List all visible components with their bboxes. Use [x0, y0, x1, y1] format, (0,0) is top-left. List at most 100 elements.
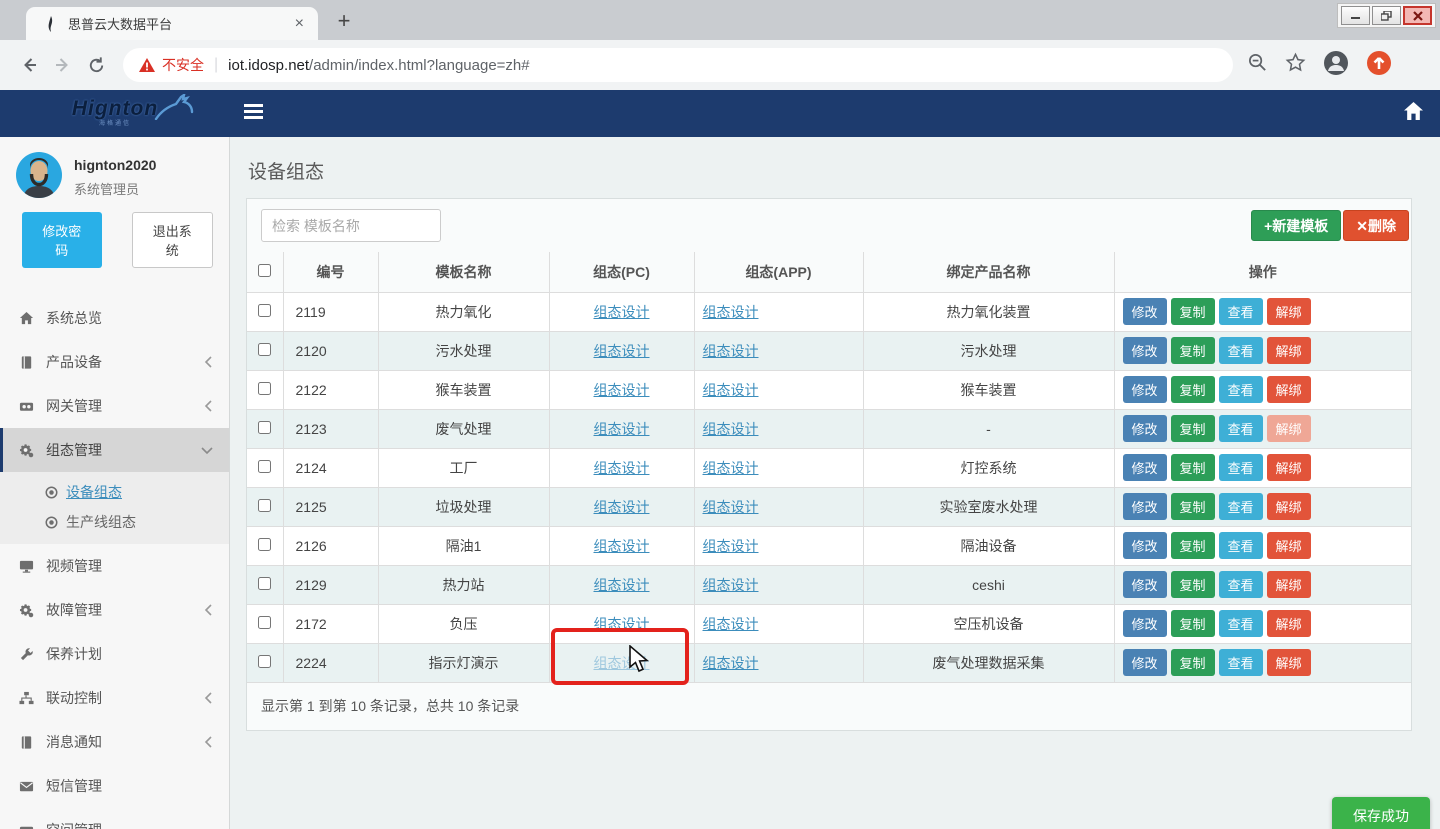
edit-button[interactable]: 修改: [1123, 298, 1167, 325]
app-config-link[interactable]: 组态设计: [703, 382, 759, 398]
sidebar-item[interactable]: 短信管理: [0, 764, 229, 808]
minimize-button[interactable]: [1341, 6, 1370, 25]
view-button[interactable]: 查看: [1219, 337, 1263, 364]
logout-button[interactable]: 退出系统: [132, 212, 214, 268]
unbind-button[interactable]: 解绑: [1267, 649, 1311, 676]
view-button[interactable]: 查看: [1219, 571, 1263, 598]
unbind-button[interactable]: 解绑: [1267, 571, 1311, 598]
change-password-button[interactable]: 修改密码: [22, 212, 102, 268]
sidebar-item[interactable]: 视频管理: [0, 544, 229, 588]
tab-close-icon[interactable]: ×: [291, 15, 308, 33]
copy-button[interactable]: 复制: [1171, 532, 1215, 559]
edit-button[interactable]: 修改: [1123, 337, 1167, 364]
unbind-button[interactable]: 解绑: [1267, 337, 1311, 364]
edit-button[interactable]: 修改: [1123, 571, 1167, 598]
view-button[interactable]: 查看: [1219, 493, 1263, 520]
address-bar[interactable]: 不安全 | iot.idosp.net /admin/index.html?la…: [123, 48, 1233, 82]
unbind-button[interactable]: 解绑: [1267, 532, 1311, 559]
edit-button[interactable]: 修改: [1123, 649, 1167, 676]
edit-button[interactable]: 修改: [1123, 532, 1167, 559]
pc-config-link[interactable]: 组态设计: [594, 460, 650, 476]
app-config-link[interactable]: 组态设计: [703, 577, 759, 593]
edit-button[interactable]: 修改: [1123, 415, 1167, 442]
hamburger-menu-icon[interactable]: [244, 104, 263, 124]
view-button[interactable]: 查看: [1219, 649, 1263, 676]
reload-button[interactable]: [87, 56, 106, 75]
update-browser-icon[interactable]: [1366, 50, 1392, 81]
pc-config-link[interactable]: 组态设计: [594, 421, 650, 437]
copy-button[interactable]: 复制: [1171, 298, 1215, 325]
bookmark-star-icon[interactable]: [1285, 52, 1306, 78]
view-button[interactable]: 查看: [1219, 376, 1263, 403]
unbind-button[interactable]: 解绑: [1267, 610, 1311, 637]
copy-button[interactable]: 复制: [1171, 649, 1215, 676]
restore-button[interactable]: [1372, 6, 1401, 25]
sidebar-item[interactable]: 消息通知: [0, 720, 229, 764]
row-checkbox[interactable]: [258, 382, 271, 395]
sidebar-item[interactable]: 产品设备: [0, 340, 229, 384]
app-config-link[interactable]: 组态设计: [703, 499, 759, 515]
unbind-button[interactable]: 解绑: [1267, 454, 1311, 481]
delete-button[interactable]: ✕删除: [1343, 210, 1409, 241]
view-button[interactable]: 查看: [1219, 610, 1263, 637]
pc-config-link[interactable]: 组态设计: [594, 616, 650, 632]
sidebar-item[interactable]: 系统总览: [0, 296, 229, 340]
row-checkbox[interactable]: [258, 538, 271, 551]
row-checkbox[interactable]: [258, 616, 271, 629]
pc-config-link[interactable]: 组态设计: [594, 577, 650, 593]
app-config-link[interactable]: 组态设计: [703, 655, 759, 671]
pc-config-link[interactable]: 组态设计: [594, 538, 650, 554]
view-button[interactable]: 查看: [1219, 298, 1263, 325]
profile-avatar-icon[interactable]: [1323, 50, 1349, 81]
unbind-button[interactable]: 解绑: [1267, 298, 1311, 325]
row-checkbox[interactable]: [258, 577, 271, 590]
copy-button[interactable]: 复制: [1171, 571, 1215, 598]
view-button[interactable]: 查看: [1219, 415, 1263, 442]
unbind-button[interactable]: 解绑: [1267, 415, 1311, 442]
copy-button[interactable]: 复制: [1171, 493, 1215, 520]
sidebar-item[interactable]: 联动控制: [0, 676, 229, 720]
sidebar-item[interactable]: 网关管理: [0, 384, 229, 428]
new-tab-button[interactable]: +: [330, 8, 358, 36]
unbind-button[interactable]: 解绑: [1267, 493, 1311, 520]
insecure-label[interactable]: 不安全: [162, 55, 204, 75]
sidebar-item[interactable]: 组态管理: [0, 428, 229, 472]
row-checkbox[interactable]: [258, 460, 271, 473]
copy-button[interactable]: 复制: [1171, 337, 1215, 364]
app-config-link[interactable]: 组态设计: [703, 460, 759, 476]
unbind-button[interactable]: 解绑: [1267, 376, 1311, 403]
app-config-link[interactable]: 组态设计: [703, 538, 759, 554]
sidebar-subitem[interactable]: 生产线组态: [0, 507, 229, 537]
sidebar-subitem[interactable]: 设备组态: [0, 477, 229, 507]
pc-config-link[interactable]: 组态设计: [594, 499, 650, 515]
home-icon[interactable]: [1404, 102, 1423, 125]
sidebar-item[interactable]: 空间管理: [0, 808, 229, 829]
browser-tab[interactable]: 思普云大数据平台 ×: [26, 7, 318, 40]
app-config-link[interactable]: 组态设计: [703, 421, 759, 437]
copy-button[interactable]: 复制: [1171, 376, 1215, 403]
edit-button[interactable]: 修改: [1123, 454, 1167, 481]
app-config-link[interactable]: 组态设计: [703, 304, 759, 320]
pc-config-link[interactable]: 组态设计: [594, 343, 650, 359]
copy-button[interactable]: 复制: [1171, 415, 1215, 442]
app-config-link[interactable]: 组态设计: [703, 343, 759, 359]
edit-button[interactable]: 修改: [1123, 493, 1167, 520]
app-config-link[interactable]: 组态设计: [703, 616, 759, 632]
row-checkbox[interactable]: [258, 499, 271, 512]
view-button[interactable]: 查看: [1219, 532, 1263, 559]
new-template-button[interactable]: +新建模板: [1251, 210, 1341, 241]
edit-button[interactable]: 修改: [1123, 376, 1167, 403]
search-input[interactable]: [261, 209, 441, 242]
view-button[interactable]: 查看: [1219, 454, 1263, 481]
sidebar-item[interactable]: 故障管理: [0, 588, 229, 632]
copy-button[interactable]: 复制: [1171, 610, 1215, 637]
row-checkbox[interactable]: [258, 343, 271, 356]
copy-button[interactable]: 复制: [1171, 454, 1215, 481]
back-button[interactable]: [19, 55, 39, 75]
row-checkbox[interactable]: [258, 655, 271, 668]
pc-config-link[interactable]: 组态设计: [594, 655, 650, 671]
forward-button[interactable]: [53, 55, 73, 75]
pc-config-link[interactable]: 组态设计: [594, 304, 650, 320]
zoom-out-icon[interactable]: [1247, 52, 1268, 78]
pc-config-link[interactable]: 组态设计: [594, 382, 650, 398]
